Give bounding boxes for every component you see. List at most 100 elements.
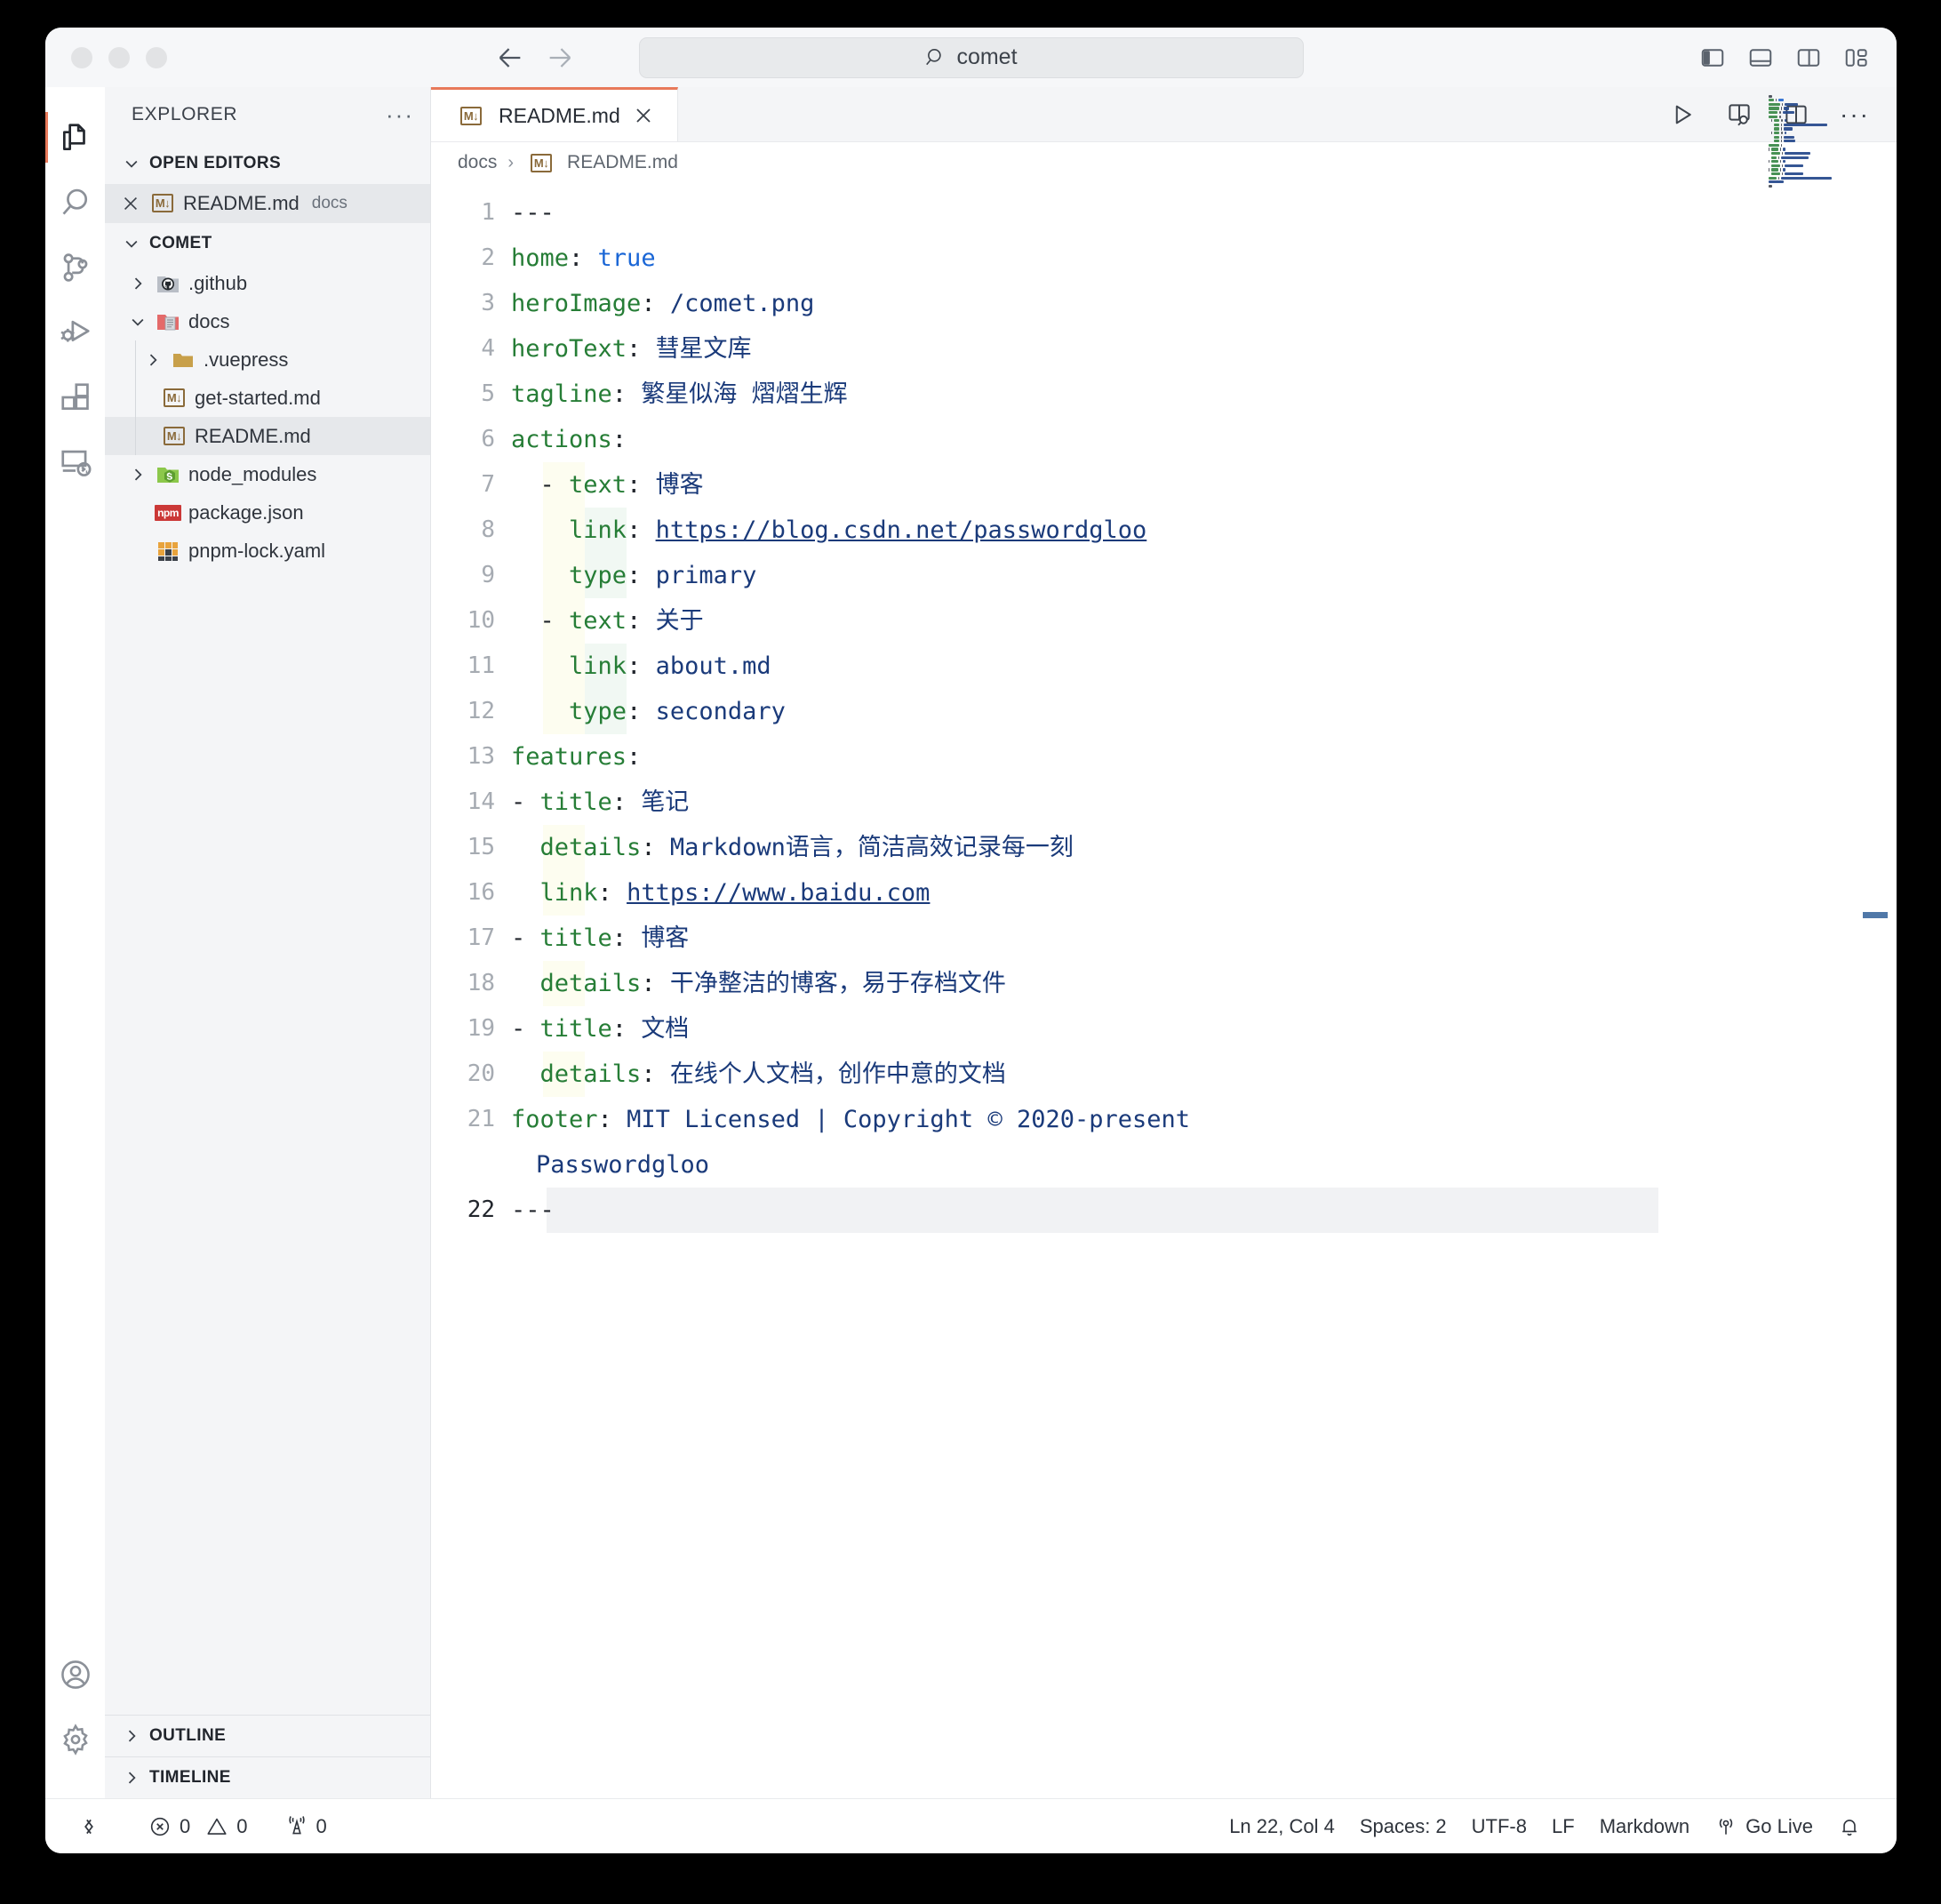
notifications-button[interactable] — [1825, 1815, 1873, 1838]
go-live-label: Go Live — [1745, 1814, 1813, 1837]
code-token: link — [539, 879, 598, 907]
tree-item-get-started-md[interactable]: M↓ get-started.md — [105, 379, 430, 417]
breadcrumb-item-docs[interactable]: docs — [458, 152, 497, 173]
code-line[interactable]: 20 details: 在线个人文档，创作中意的文档 — [431, 1052, 1897, 1097]
indentation-status[interactable]: Spaces: 2 — [1347, 1815, 1459, 1838]
tree-item-docs[interactable]: docs — [105, 302, 430, 340]
search-icon — [59, 186, 92, 220]
chevron-right-icon[interactable] — [124, 275, 151, 292]
section-outline[interactable]: OUTLINE — [105, 1715, 430, 1756]
line-number: 3 — [481, 290, 495, 316]
code-line-content: --- — [511, 1188, 555, 1233]
code-line[interactable]: 4 heroText: 彗星文库 — [431, 326, 1897, 372]
code-token: type — [569, 562, 627, 589]
navigation-arrows — [495, 43, 575, 73]
minimap-token — [1769, 180, 1785, 184]
sidebar-item-remote-explorer[interactable] — [45, 429, 105, 494]
encoding-status[interactable]: UTF-8 — [1459, 1815, 1539, 1838]
broadcast-icon — [1714, 1815, 1737, 1838]
code-editor[interactable]: 1 --- 2 home: true 3 heroImage: /comet.png 4 he… — [431, 183, 1897, 1798]
chevron-right-icon[interactable] — [124, 466, 151, 484]
code-line[interactable]: 14- title: 笔记 — [431, 780, 1897, 825]
tree-item-package-json[interactable]: npm package.json — [105, 493, 430, 532]
run-icon[interactable] — [1669, 101, 1696, 128]
code-token: Passwordgloo — [536, 1151, 710, 1179]
line-number: 19 — [467, 1015, 495, 1042]
arrow-right-icon[interactable] — [545, 43, 575, 73]
code-line[interactable]: 2 home: true — [431, 236, 1897, 281]
code-line-wrapped[interactable]: Passwordgloo — [431, 1142, 1897, 1188]
code-token: : — [641, 970, 670, 997]
sidebar-item-search[interactable] — [45, 170, 105, 235]
manage-settings-button[interactable] — [45, 1707, 105, 1772]
code-link[interactable]: https://www.baidu.com — [627, 879, 930, 907]
go-live-button[interactable]: Go Live — [1702, 1815, 1825, 1838]
sidebar-item-extensions[interactable] — [45, 364, 105, 429]
language-mode-status[interactable]: Markdown — [1587, 1815, 1702, 1838]
code-line[interactable]: 16 link: https://www.baidu.com — [431, 870, 1897, 916]
command-center-search[interactable]: comet — [638, 36, 1304, 78]
tree-item-vuepress[interactable]: .vuepress — [105, 340, 430, 379]
tree-item-readme-md[interactable]: M↓ README.md — [105, 417, 430, 455]
code-line[interactable]: 3 heroImage: /comet.png — [431, 281, 1897, 326]
section-project-comet[interactable]: COMET — [105, 222, 430, 264]
code-line[interactable]: 9 type: primary — [431, 553, 1897, 598]
code-token: actions — [511, 426, 612, 453]
code-line[interactable]: 10 - text: 关于 — [431, 598, 1897, 644]
toggle-panel-icon[interactable] — [1747, 44, 1774, 71]
chevron-down-icon[interactable] — [124, 313, 151, 331]
layout-controls — [1699, 44, 1870, 71]
close-icon[interactable] — [633, 105, 654, 126]
open-editor-item[interactable]: M↓ README.md docs — [105, 184, 430, 222]
eol-status[interactable]: LF — [1539, 1815, 1587, 1838]
code-line-content: --- — [511, 190, 555, 236]
arrow-left-icon[interactable] — [495, 43, 525, 73]
line-number: 8 — [481, 516, 495, 543]
section-timeline[interactable]: TIMELINE — [105, 1756, 430, 1798]
code-line[interactable]: 22 --- — [431, 1188, 1897, 1233]
close-window-button[interactable] — [71, 46, 92, 68]
open-preview-to-side-icon[interactable] — [1726, 101, 1753, 128]
accounts-button[interactable] — [45, 1642, 105, 1707]
minimap[interactable] — [1769, 94, 1865, 219]
code-line[interactable]: 11 link: about.md — [431, 644, 1897, 689]
breadcrumb-item-readme[interactable]: README.md — [567, 152, 678, 173]
code-line[interactable]: 19- title: 文档 — [431, 1006, 1897, 1052]
problems-status[interactable]: 0 0 — [136, 1815, 260, 1838]
code-line[interactable]: 8 link: https://blog.csdn.net/passwordgl… — [431, 508, 1897, 553]
sidebar-item-run-and-debug[interactable] — [45, 300, 105, 364]
close-icon[interactable] — [116, 194, 146, 213]
customize-layout-icon[interactable] — [1843, 44, 1870, 71]
code-line[interactable]: 1 --- — [431, 190, 1897, 236]
code-link[interactable]: https://blog.csdn.net/passwordgloo — [656, 516, 1147, 544]
code-line[interactable]: 18 details: 干净整洁的博客，易于存档文件 — [431, 961, 1897, 1006]
code-line[interactable]: 5 tagline: 繁星似海 熠熠生辉 — [431, 372, 1897, 417]
chevron-right-icon[interactable] — [140, 351, 166, 369]
code-line[interactable]: 13 features: — [431, 734, 1897, 780]
sidebar-more-actions-icon[interactable]: ··· — [386, 103, 414, 126]
cursor-position[interactable]: Ln 22, Col 4 — [1217, 1815, 1347, 1838]
minimize-window-button[interactable] — [108, 46, 130, 68]
tree-item-node-modules[interactable]: node_modules — [105, 455, 430, 493]
code-token: title — [539, 924, 612, 952]
maximize-window-button[interactable] — [146, 46, 167, 68]
code-line[interactable]: 17- title: 博客 — [431, 916, 1897, 961]
remote-window-button[interactable] — [65, 1815, 113, 1838]
ports-status[interactable]: 0 — [273, 1815, 339, 1838]
tree-item-pnpm-lock-yaml[interactable]: pnpm-lock.yaml — [105, 532, 430, 570]
code-line[interactable]: 15 details: Markdown语言，简洁高效记录每一刻 — [431, 825, 1897, 870]
code-line[interactable]: 6 actions: — [431, 417, 1897, 462]
toggle-primary-sidebar-icon[interactable] — [1699, 44, 1726, 71]
section-open-editors[interactable]: OPEN EDITORS — [105, 142, 430, 184]
line-number: 18 — [467, 970, 495, 996]
minimap-token — [1774, 132, 1780, 135]
toggle-secondary-sidebar-icon[interactable] — [1795, 44, 1822, 71]
sidebar-item-source-control[interactable] — [45, 235, 105, 300]
code-line[interactable]: 21 footer: MIT Licensed | Copyright © 202… — [431, 1097, 1897, 1142]
minimap-token — [1779, 160, 1782, 164]
sidebar-item-explorer[interactable] — [45, 105, 105, 170]
tree-item-github[interactable]: .github — [105, 264, 430, 302]
tab-readme-md[interactable]: M↓ README.md — [431, 87, 678, 141]
code-line[interactable]: 12 type: secondary — [431, 689, 1897, 734]
code-line[interactable]: 7 - text: 博客 — [431, 462, 1897, 508]
